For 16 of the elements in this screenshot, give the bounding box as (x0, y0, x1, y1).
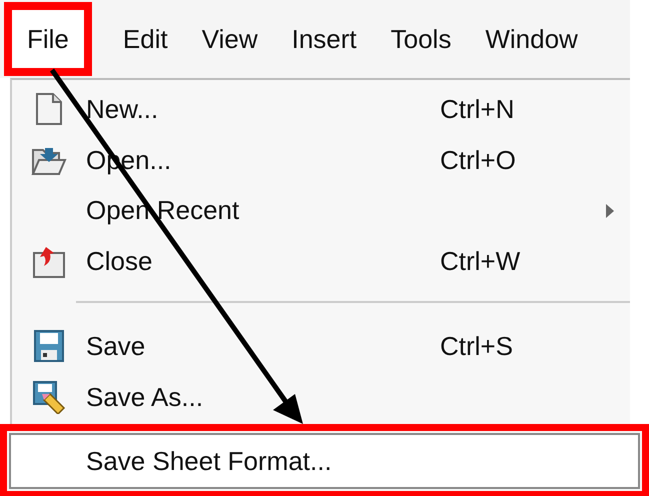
menu-bar-item[interactable]: Insert (274, 2, 374, 76)
menu-bar-item[interactable]: View (184, 2, 275, 76)
floppy-pencil-icon (32, 380, 66, 414)
submenu-arrow-icon (606, 204, 614, 218)
document-icon (35, 92, 63, 126)
close-file-icon (32, 244, 66, 279)
menu-bar-item[interactable]: Window (468, 2, 595, 76)
menu-item[interactable]: Save Ctrl+S (12, 320, 630, 372)
menu-item[interactable]: Save As... (12, 372, 630, 422)
menu-item[interactable]: Close Ctrl+W (12, 236, 630, 287)
menu-item[interactable]: New... Ctrl+N (12, 84, 630, 135)
menu-item[interactable]: Open Recent (12, 186, 630, 236)
menu-bar-item[interactable]: Tools (374, 2, 468, 76)
menu-item[interactable]: Save Sheet Format... (0, 424, 649, 496)
menu-bar-item[interactable]: Edit (106, 2, 185, 76)
menu-bar-item[interactable]: File (4, 2, 92, 76)
